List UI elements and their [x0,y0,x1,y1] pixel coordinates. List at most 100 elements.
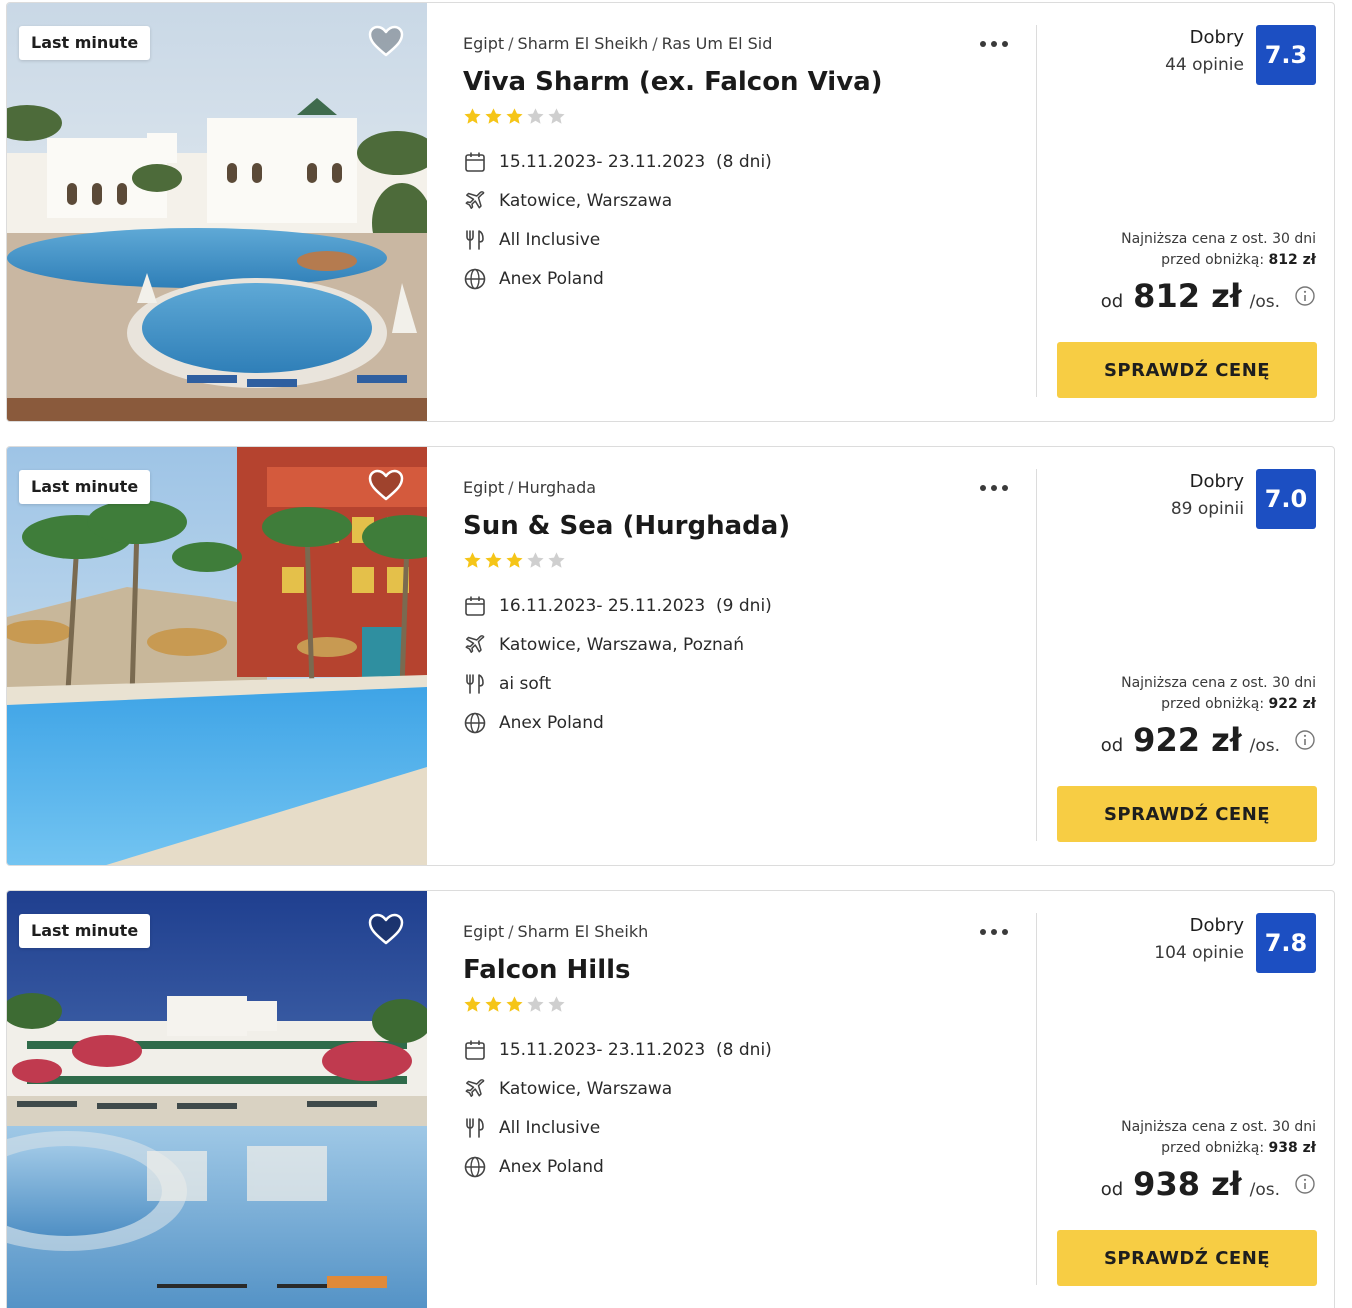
lowest-price-note-line1: Najniższa cena z ost. 30 dni [1121,1119,1316,1135]
hotel-photo-image [7,891,427,1308]
duration-text: (8 dni) [716,151,772,172]
check-price-button[interactable]: SPRAWDŹ CENĘ [1057,342,1317,398]
star-empty-icon [547,995,566,1014]
breadcrumb-region[interactable]: Sharm El Sheikh [518,34,649,53]
board-type: All Inclusive [463,220,1023,259]
review-count[interactable]: 89 opinii [1171,495,1244,523]
departures-text: Katowice, Warszawa [499,1078,673,1099]
lowest-price-note-line1: Najniższa cena z ost. 30 dni [1121,675,1316,691]
check-price-button[interactable]: SPRAWDŹ CENĘ [1057,786,1317,842]
duration-text: (8 dni) [716,1039,772,1060]
info-icon[interactable] [1294,285,1316,307]
globe-icon [463,267,487,291]
breadcrumb-country[interactable]: Egipt [463,34,504,53]
last-minute-badge: Last minute [19,914,151,948]
departures-text: Katowice, Warszawa, Poznań [499,634,744,655]
more-options-icon[interactable] [977,33,1011,55]
price-value: 938 zł [1133,1165,1242,1203]
star-filled-icon [484,995,503,1014]
hotel-title[interactable]: Falcon Hills [463,953,1023,987]
star-empty-icon [526,107,545,126]
hotel-title[interactable]: Sun & Sea (Hurghada) [463,509,1023,543]
board-type: All Inclusive [463,1108,1023,1147]
check-price-button[interactable]: SPRAWDŹ CENĘ [1057,1230,1317,1286]
favorite-heart-icon[interactable] [367,467,405,503]
star-filled-icon [505,551,524,570]
utensils-icon [463,1116,487,1140]
star-empty-icon [526,551,545,570]
rating[interactable]: Dobry 104 opinie 7.8 [1154,913,1316,973]
breadcrumb-region[interactable]: Sharm El Sheikh [518,922,649,941]
price-prefix: od [1100,291,1124,312]
breadcrumb-country[interactable]: Egipt [463,922,504,941]
star-filled-icon [505,995,524,1014]
board-text: All Inclusive [499,1117,601,1138]
travel-dates: 15.11.2023- 23.11.2023 (8 dni) [463,1030,1023,1069]
rating[interactable]: Dobry 44 opinie 7.3 [1165,25,1316,85]
lowest-price-value: 922 zł [1268,696,1316,712]
star-filled-icon [463,995,482,1014]
travel-dates: 15.11.2023- 23.11.2023 (8 dni) [463,142,1023,181]
review-count[interactable]: 104 opinie [1154,939,1244,967]
price-block: Najniższa cena z ost. 30 dni przed obniż… [1101,673,1316,759]
lowest-price-value: 812 zł [1268,252,1316,268]
tour-operator: Anex Poland [463,703,1023,742]
price-block: Najniższa cena z ost. 30 dni przed obniż… [1101,229,1316,315]
lowest-price-label: przed obniżką: [1161,1140,1265,1156]
breadcrumb-country[interactable]: Egipt [463,478,504,497]
calendar-icon [463,150,487,174]
more-options-icon[interactable] [977,921,1011,943]
dates-text: 15.11.2023- 23.11.2023 [499,151,706,172]
tour-operator: Anex Poland [463,259,1023,298]
lowest-price-label: przed obniżką: [1161,252,1265,268]
hotel-photo[interactable] [7,891,427,1308]
favorite-heart-icon[interactable] [367,911,405,947]
hotel-stars [463,995,1023,1017]
offer-card[interactable]: Last minute Egipt / Sharm El Sheikh / Ras Um… [6,2,1335,422]
departures-text: Katowice, Warszawa [499,190,673,211]
operator-text: Anex Poland [499,712,604,733]
breadcrumb: Egipt / Hurghada [463,478,597,497]
divider [1036,913,1037,1285]
globe-icon [463,711,487,735]
departure-cities: Katowice, Warszawa, Poznań [463,625,1023,664]
more-options-icon[interactable] [977,477,1011,499]
offer-card[interactable]: Last minute Egipt / Sharm El Sheikh Falcon… [6,890,1335,1308]
hotel-photo-image [7,3,427,421]
dates-text: 16.11.2023- 25.11.2023 [499,595,706,616]
globe-icon [463,1155,487,1179]
rating[interactable]: Dobry 89 opinii 7.0 [1171,469,1316,529]
hotel-title[interactable]: Viva Sharm (ex. Falcon Viva) [463,65,1023,99]
hotel-photo[interactable] [7,3,427,421]
info-icon[interactable] [1294,1173,1316,1195]
offer-card[interactable]: Last minute Egipt / Hurghada Sun & Sea (Hu… [6,446,1335,866]
star-filled-icon [463,551,482,570]
board-text: All Inclusive [499,229,601,250]
star-filled-icon [484,107,503,126]
star-filled-icon [484,551,503,570]
rating-word: Dobry [1189,915,1244,936]
price-value: 812 zł [1133,277,1242,315]
utensils-icon [463,228,487,252]
hotel-stars [463,551,1023,573]
calendar-icon [463,594,487,618]
rating-word: Dobry [1189,471,1244,492]
travel-dates: 16.11.2023- 25.11.2023 (9 dni) [463,586,1023,625]
star-filled-icon [505,107,524,126]
duration-text: (9 dni) [716,595,772,616]
hotel-photo[interactable] [7,447,427,865]
price-block: Najniższa cena z ost. 30 dni przed obniż… [1101,1117,1316,1203]
info-icon[interactable] [1294,729,1316,751]
favorite-heart-icon[interactable] [367,23,405,59]
divider [1036,469,1037,841]
plane-icon [463,1077,487,1101]
star-filled-icon [463,107,482,126]
departure-cities: Katowice, Warszawa [463,181,1023,220]
price-suffix: /os. [1249,292,1280,312]
breadcrumb-region[interactable]: Hurghada [518,478,597,497]
review-count[interactable]: 44 opinie [1165,51,1244,79]
breadcrumb-city[interactable]: Ras Um El Sid [662,34,773,53]
calendar-icon [463,1038,487,1062]
price-value: 922 zł [1133,721,1242,759]
last-minute-badge: Last minute [19,26,151,60]
